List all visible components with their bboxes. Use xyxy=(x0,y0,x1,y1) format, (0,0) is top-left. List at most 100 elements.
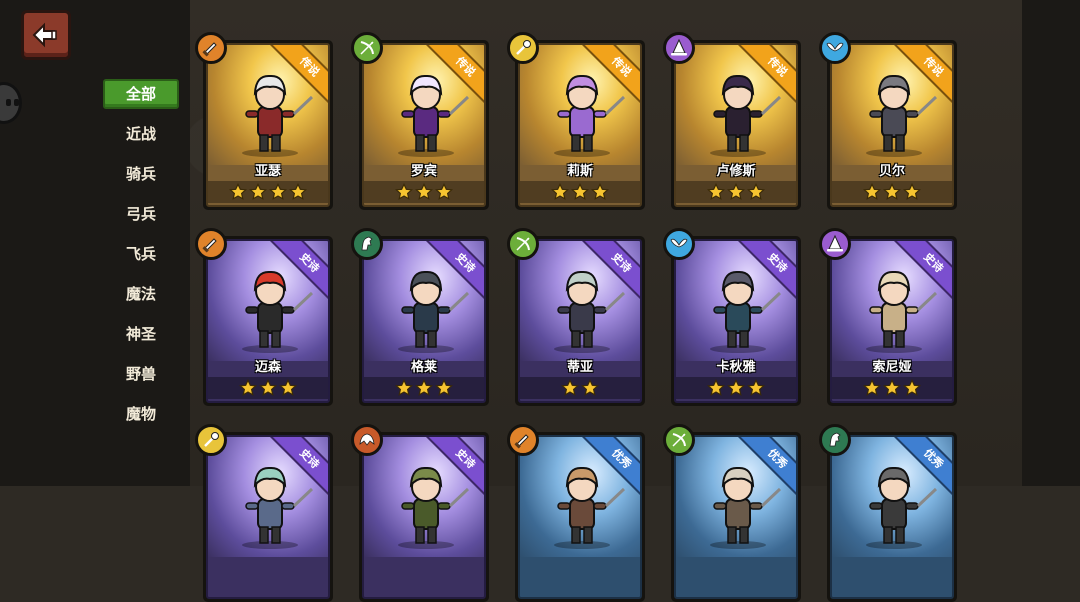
hero-card-frame: 史诗 格莱 xyxy=(362,239,486,403)
wizard-hat-icon xyxy=(671,38,687,56)
star-icon xyxy=(707,183,725,200)
star-rating xyxy=(676,181,796,203)
star-icon xyxy=(249,183,267,200)
category-tab-1[interactable]: 近战 xyxy=(103,119,179,159)
category-tab-3[interactable]: 弓兵 xyxy=(103,199,179,239)
hero-card-frame: 优秀 xyxy=(674,435,798,599)
hero-card-frame: 史诗 卡秋雅 xyxy=(674,239,798,403)
hero-card-frame: 优秀 xyxy=(518,435,642,599)
category-tab-6[interactable]: 神圣 xyxy=(103,319,179,359)
hero-card[interactable]: 传说 罗宾 xyxy=(351,32,489,210)
horse-icon xyxy=(829,432,841,447)
class-badge xyxy=(507,228,539,260)
star-icon xyxy=(727,379,745,396)
hero-name: 索尼娅 xyxy=(872,360,912,375)
star-icon xyxy=(561,379,579,396)
hero-card[interactable]: 史诗 卡秋雅 xyxy=(663,228,801,406)
sword-icon xyxy=(202,238,217,253)
hero-card-frame: 史诗 蒂亚 xyxy=(518,239,642,403)
hero-name: 莉斯 xyxy=(566,164,593,179)
category-tab-8[interactable]: 魔物 xyxy=(103,399,179,439)
horse-icon xyxy=(361,236,373,251)
back-button[interactable] xyxy=(21,10,71,60)
class-badge xyxy=(195,228,227,260)
hero-card-frame: 史诗 索尼娅 xyxy=(830,239,954,403)
class-badge xyxy=(819,424,851,456)
hero-card[interactable]: 史诗 蒂亚 xyxy=(507,228,645,406)
star-icon xyxy=(395,379,413,396)
hero-card[interactable]: 优秀 xyxy=(819,424,957,602)
back-arrow-icon xyxy=(32,22,57,48)
star-icon xyxy=(903,379,921,396)
hero-card[interactable]: 史诗 xyxy=(351,424,489,602)
hero-name: 亚瑟 xyxy=(254,164,281,179)
hero-card[interactable]: 优秀 xyxy=(663,424,801,602)
hero-card-frame: 传说 莉斯 xyxy=(518,43,642,207)
beast-icon xyxy=(359,433,375,446)
star-rating xyxy=(520,377,640,399)
right-edge-panel xyxy=(1022,0,1080,486)
hero-name: 罗宾 xyxy=(410,164,437,179)
hero-card[interactable]: 传说 卢修斯 xyxy=(663,32,801,210)
star-icon xyxy=(903,183,921,200)
star-icon xyxy=(289,183,307,200)
category-tab-4[interactable]: 飞兵 xyxy=(103,239,179,279)
category-tab-0[interactable]: 全部 xyxy=(103,79,179,109)
hero-card[interactable]: 史诗 格莱 xyxy=(351,228,489,406)
hero-card[interactable]: 史诗 索尼娅 xyxy=(819,228,957,406)
hero-card-frame: 史诗 xyxy=(362,435,486,599)
hero-name: 贝尔 xyxy=(878,164,905,179)
star-rating xyxy=(208,181,328,203)
star-icon xyxy=(747,379,765,396)
star-icon xyxy=(395,183,413,200)
star-rating xyxy=(676,377,796,399)
star-rating xyxy=(208,377,328,399)
star-icon xyxy=(591,183,609,200)
hero-card[interactable]: 传说 贝尔 xyxy=(819,32,957,210)
star-rating xyxy=(832,181,952,203)
holy-staff-icon xyxy=(516,40,531,55)
star-icon xyxy=(747,183,765,200)
star-icon xyxy=(415,183,433,200)
hero-card-frame: 史诗 xyxy=(206,435,330,599)
class-badge xyxy=(663,32,695,64)
star-rating xyxy=(364,181,484,203)
hero-card-frame: 传说 亚瑟 xyxy=(206,43,330,207)
bow-icon xyxy=(672,433,686,447)
hero-card[interactable]: 史诗 迈森 xyxy=(195,228,333,406)
category-tab-2[interactable]: 骑兵 xyxy=(103,159,179,199)
star-icon xyxy=(239,379,257,396)
hero-card-frame: 优秀 xyxy=(830,435,954,599)
class-badge xyxy=(663,228,695,260)
star-icon xyxy=(581,379,599,396)
hero-card[interactable]: 史诗 xyxy=(195,424,333,602)
wings-icon xyxy=(670,238,688,248)
star-icon xyxy=(415,379,433,396)
star-icon xyxy=(883,379,901,396)
hero-card[interactable]: 优秀 xyxy=(507,424,645,602)
star-icon xyxy=(863,379,881,396)
star-icon xyxy=(727,183,745,200)
star-icon xyxy=(571,183,589,200)
class-badge xyxy=(507,32,539,64)
category-tab-7[interactable]: 野兽 xyxy=(103,359,179,399)
category-menu: 全部近战 骑兵 弓兵 飞兵 魔法 神圣 野兽 魔物 xyxy=(103,79,179,439)
star-icon xyxy=(269,183,287,200)
category-tab-5[interactable]: 魔法 xyxy=(103,279,179,319)
class-badge xyxy=(819,228,851,260)
hero-card-frame: 史诗 迈森 xyxy=(206,239,330,403)
hero-name: 蒂亚 xyxy=(566,360,593,375)
bow-icon xyxy=(516,237,530,251)
sword-icon xyxy=(202,42,217,57)
star-rating xyxy=(520,181,640,203)
hero-card-frame: 传说 贝尔 xyxy=(830,43,954,207)
hero-card[interactable]: 传说 莉斯 xyxy=(507,32,645,210)
class-badge xyxy=(351,424,383,456)
class-badge xyxy=(195,424,227,456)
sword-icon xyxy=(514,434,529,449)
wings-icon xyxy=(826,42,844,52)
hero-card[interactable]: 传说 亚瑟 xyxy=(195,32,333,210)
bow-icon xyxy=(360,41,374,55)
class-badge xyxy=(819,32,851,64)
hero-card-frame: 传说 罗宾 xyxy=(362,43,486,207)
